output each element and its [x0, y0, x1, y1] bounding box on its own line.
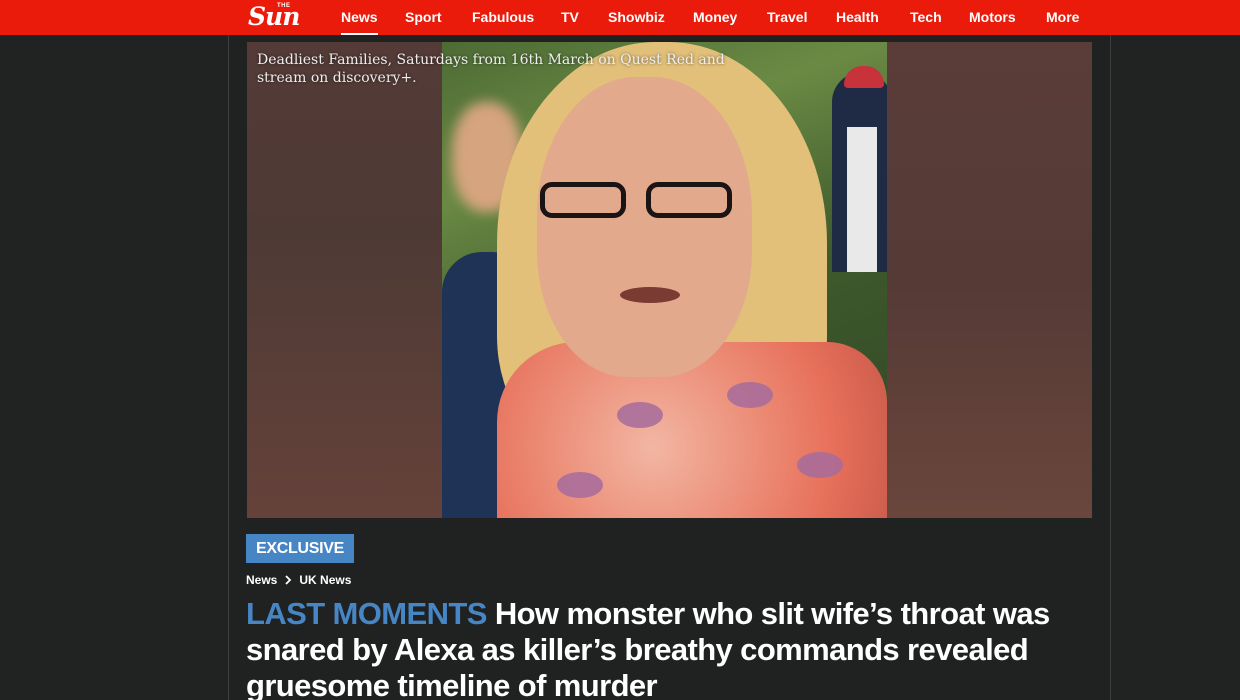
- top-navigation-bar: Sun THE News Sport Fabulous TV Showbiz M…: [0, 0, 1240, 36]
- logo-the: THE: [277, 3, 291, 9]
- breadcrumb: News UK News: [246, 573, 351, 587]
- video-player[interactable]: Deadliest Families, Saturdays from 16th …: [247, 42, 1092, 518]
- white-apron: [847, 127, 877, 272]
- nav-item-showbiz[interactable]: Showbiz: [608, 9, 665, 25]
- mouth: [620, 287, 680, 303]
- nav-item-travel[interactable]: Travel: [767, 9, 807, 25]
- video-frame: [442, 42, 887, 518]
- logo-wordmark: Sun: [248, 2, 300, 31]
- video-blur-left: [247, 42, 442, 518]
- nav-item-money[interactable]: Money: [693, 9, 737, 25]
- nav-item-motors[interactable]: Motors: [969, 9, 1016, 25]
- nav-item-tv[interactable]: TV: [561, 9, 579, 25]
- flower-pattern: [617, 402, 663, 428]
- red-cap: [844, 66, 884, 88]
- flower-pattern: [727, 382, 773, 408]
- video-woman-face: [537, 77, 752, 377]
- flower-pattern: [557, 472, 603, 498]
- nav-item-more[interactable]: More: [1046, 9, 1079, 25]
- nav-item-tech[interactable]: Tech: [910, 9, 942, 25]
- flower-pattern: [797, 452, 843, 478]
- nav-item-health[interactable]: Health: [836, 9, 879, 25]
- headline-kicker: LAST MOMENTS: [246, 596, 487, 631]
- breadcrumb-uk-news[interactable]: UK News: [299, 573, 351, 587]
- video-caption: Deadliest Families, Saturdays from 16th …: [257, 52, 725, 86]
- video-background-person: [832, 66, 887, 272]
- nav-item-sport[interactable]: Sport: [405, 9, 442, 25]
- the-sun-logo[interactable]: Sun THE: [248, 2, 326, 32]
- chevron-right-icon: [285, 575, 292, 585]
- exclusive-badge: EXCLUSIVE: [246, 534, 354, 563]
- nav-item-fabulous[interactable]: Fabulous: [472, 9, 534, 25]
- article-headline: LAST MOMENTS How monster who slit wife’s…: [246, 596, 1106, 700]
- video-blur-right: [887, 42, 1092, 518]
- glasses: [540, 182, 732, 218]
- nav-item-news[interactable]: News: [341, 9, 378, 36]
- breadcrumb-news[interactable]: News: [246, 573, 277, 587]
